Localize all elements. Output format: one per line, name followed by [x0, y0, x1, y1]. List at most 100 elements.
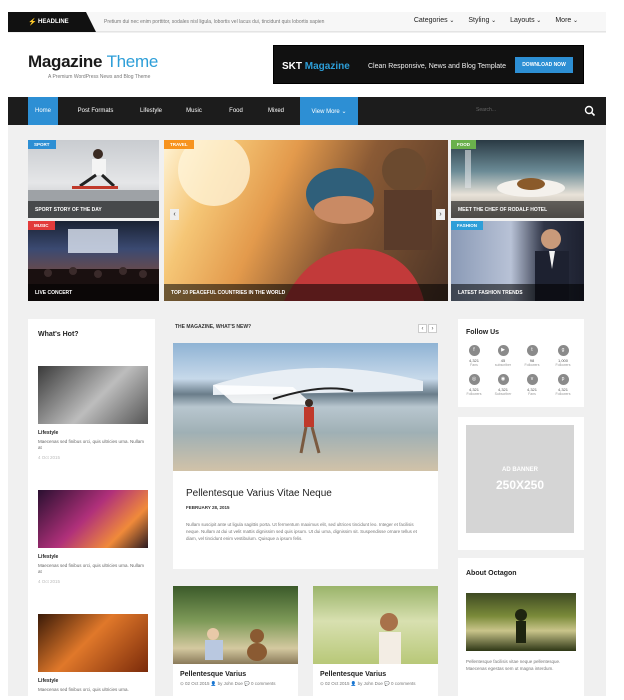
banner-brand: SKT Magazine: [282, 61, 350, 72]
youtube-icon[interactable]: ▶: [497, 345, 509, 356]
list-item[interactable]: Lifestyle Maecenas sed finibus orci, qui…: [38, 614, 148, 693]
count-label: Followers: [466, 392, 482, 396]
logo-main: Magazine: [28, 52, 103, 71]
top-menu-more[interactable]: More: [555, 17, 578, 24]
headline-tag: ⚡ HEADLINE: [8, 12, 96, 32]
hero-tile-travel[interactable]: TRAVEL TOP 10 PEACEFUL COUNTRIES IN THE …: [164, 140, 448, 301]
pinterest-icon[interactable]: p: [557, 374, 569, 385]
small-post-meta: ⊙ 02 Oct 2015 👤 by John Doe 💬 0 comments: [180, 681, 276, 686]
headline-ticker[interactable]: Pretium dui nec enim porttitor, sodales …: [104, 19, 324, 25]
bolt-icon: ⚡: [28, 19, 37, 26]
child-and-teddy-image: [205, 628, 267, 661]
hero-tile-food[interactable]: FOOD MEET THE CHEF OF RODALF HOTEL: [451, 140, 584, 218]
theme-preview: ⚡ HEADLINE Pretium dui nec enim porttito…: [8, 12, 606, 696]
rss-counter[interactable]: ◉ 4,321 Subscriber: [494, 374, 512, 396]
nav-view-more-label: View More: [311, 109, 340, 115]
nav-home[interactable]: Home: [28, 97, 58, 125]
googleplus-counter[interactable]: g 1,000 Followers: [554, 345, 572, 367]
instagram-icon[interactable]: ◎: [468, 374, 480, 385]
about-title: About Octagon: [466, 570, 517, 577]
rss-icon[interactable]: ◉: [497, 374, 509, 385]
badge-food[interactable]: FOOD: [451, 140, 476, 149]
small-post-1[interactable]: Pellentesque Varius ⊙ 02 Oct 2015 👤 by J…: [173, 586, 298, 696]
twitter-icon[interactable]: t: [526, 345, 538, 356]
banner-text: Clean Responsive, News and Blog Template: [368, 63, 507, 70]
hero-tile-music[interactable]: MUSIC LIVE CONCERT: [28, 221, 159, 301]
site-tagline: A Premium WordPress News and Blog Theme: [48, 74, 151, 80]
small-post-title[interactable]: Pellentesque Varius: [180, 671, 298, 678]
hero-next-arrow[interactable]: ›: [436, 209, 445, 220]
youtube-counter[interactable]: ▶ 45 subscriber: [494, 345, 512, 367]
twitter-counter[interactable]: t 98 Followers: [523, 345, 541, 367]
count-label: Followers: [555, 363, 571, 367]
post-category[interactable]: Lifestyle: [38, 678, 148, 684]
featured-image[interactable]: [173, 343, 438, 471]
googleplus-icon[interactable]: g: [557, 345, 569, 356]
hero-caption-travel[interactable]: TOP 10 PEACEFUL COUNTRIES IN THE WORLD: [164, 284, 448, 301]
nav-post-formats[interactable]: Post Formats: [73, 97, 118, 125]
main-nav: Home Post Formats Lifestyle Music Food M…: [8, 97, 606, 125]
search-box[interactable]: Search...: [470, 102, 596, 120]
nav-lifestyle[interactable]: Lifestyle: [132, 97, 170, 125]
vk-counter[interactable]: v 4,321 Fans: [523, 374, 541, 396]
hero-caption-sport[interactable]: SPORT STORY OF THE DAY: [28, 201, 159, 218]
site-header: Magazine Theme A Premium WordPress News …: [8, 33, 606, 97]
featured-date: FEBRUARY 28, 2015: [186, 505, 230, 510]
count-label: subscriber: [494, 363, 512, 367]
list-item[interactable]: Lifestyle Maecenas sed finibus orci, qui…: [38, 490, 148, 584]
ad-widget: AD BANNER 250X250: [458, 417, 584, 550]
top-menu-categories[interactable]: Categories: [414, 17, 455, 24]
small-post-title[interactable]: Pellentesque Varius: [320, 671, 438, 678]
hero-tile-sport[interactable]: SPORT SPORT STORY OF THE DAY: [28, 140, 159, 218]
hero-tile-fashion[interactable]: FASHION LATEST FASHION TRENDS: [451, 221, 584, 301]
featured-title[interactable]: Pellentesque Varius Vitae Neque: [186, 488, 332, 499]
about-image: [466, 593, 576, 651]
vk-icon[interactable]: v: [526, 374, 538, 385]
badge-fashion[interactable]: FASHION: [451, 221, 484, 230]
hero-caption-food[interactable]: MEET THE CHEF OF RODALF HOTEL: [451, 201, 584, 218]
hero-prev-arrow[interactable]: ‹: [170, 209, 179, 220]
badge-travel[interactable]: TRAVEL: [164, 140, 194, 149]
nav-music[interactable]: Music: [180, 97, 208, 125]
post-date: 4 Oct 2015: [38, 579, 61, 584]
facebook-icon[interactable]: f: [468, 345, 480, 356]
post-thumbnail[interactable]: [38, 490, 148, 548]
badge-music[interactable]: MUSIC: [28, 221, 55, 230]
top-menu-styling[interactable]: Styling: [468, 17, 496, 24]
post-category[interactable]: Lifestyle: [38, 554, 148, 560]
nav-food[interactable]: Food: [224, 97, 248, 125]
list-item[interactable]: Lifestyle Maecenas sed finibus orci, qui…: [38, 366, 148, 460]
count-label: Followers: [555, 392, 571, 396]
post-category[interactable]: Lifestyle: [38, 430, 148, 436]
header-banner[interactable]: SKT Magazine Clean Responsive, News and …: [273, 45, 584, 84]
download-now-button[interactable]: DOWNLOAD NOW: [515, 57, 573, 73]
count-label: Subscriber: [494, 392, 512, 396]
small-post-2[interactable]: Pellentesque Varius ⊙ 02 Oct 2015 👤 by J…: [313, 586, 438, 696]
about-widget: About Octagon Pellentesque facilisis vit…: [458, 558, 584, 696]
site-logo[interactable]: Magazine Theme: [28, 52, 158, 72]
post-thumbnail[interactable]: [38, 614, 148, 672]
search-icon[interactable]: [584, 105, 596, 117]
post-thumbnail[interactable]: [313, 586, 438, 664]
post-excerpt: Maecenas sed finibus orci, quis ultricie…: [38, 439, 145, 450]
ad-banner[interactable]: AD BANNER 250X250: [466, 425, 574, 533]
banner-brand-accent: Magazine: [304, 61, 350, 72]
whats-hot-widget: What's Hot? Lifestyle Maecenas sed finib…: [28, 319, 155, 696]
post-thumbnail[interactable]: [38, 366, 148, 424]
pinterest-counter[interactable]: p 4,321 Followers: [554, 374, 572, 396]
nav-view-more[interactable]: View More ⌄: [300, 97, 358, 125]
top-menu-layouts[interactable]: Layouts: [510, 17, 541, 24]
prev-page-button[interactable]: ‹: [418, 324, 427, 333]
post-thumbnail[interactable]: [173, 586, 298, 664]
count-label: Fans: [470, 363, 478, 367]
search-placeholder: Search...: [476, 107, 497, 113]
facebook-counter[interactable]: f 4,321 Fans: [465, 345, 483, 367]
featured-post[interactable]: Pellentesque Varius Vitae Neque FEBRUARY…: [173, 343, 438, 569]
hero-caption-music[interactable]: LIVE CONCERT: [28, 284, 159, 301]
hero-caption-fashion[interactable]: LATEST FASHION TRENDS: [451, 284, 584, 301]
nav-mixed[interactable]: Mixed: [262, 97, 290, 125]
next-page-button[interactable]: ›: [428, 324, 437, 333]
featured-excerpt: Nullam suscipit ante ut ligula sagittis …: [186, 522, 417, 541]
badge-sport[interactable]: SPORT: [28, 140, 56, 149]
instagram-counter[interactable]: ◎ 4,321 Followers: [465, 374, 483, 396]
